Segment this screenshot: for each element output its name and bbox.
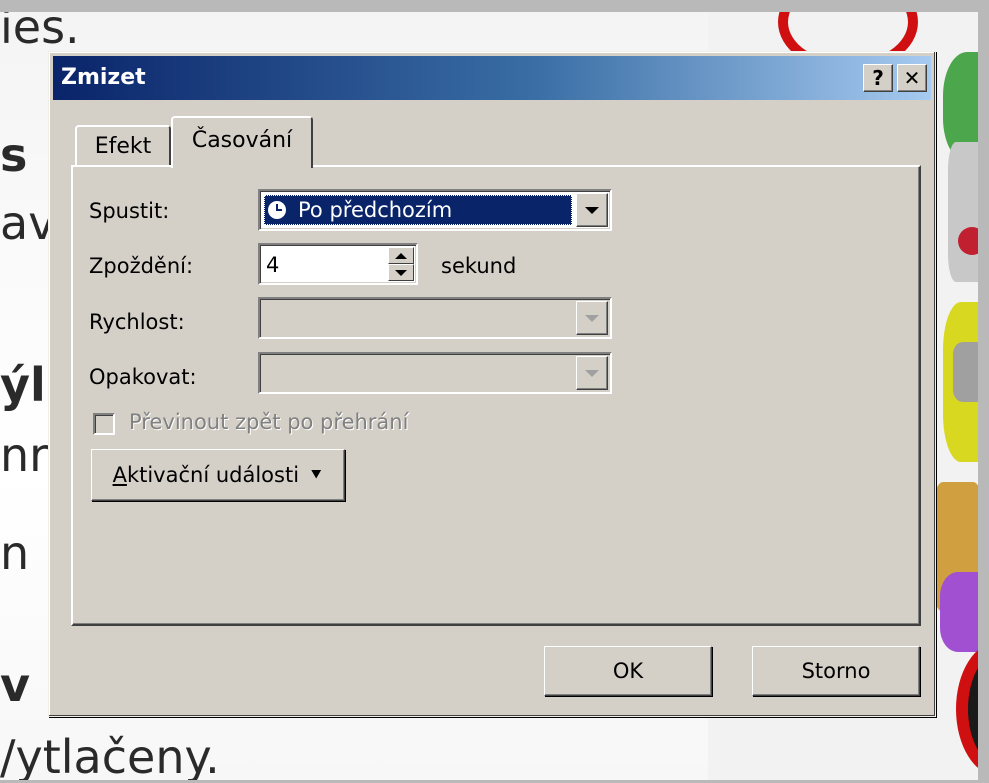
delay-unit: sekund [441, 254, 517, 278]
triggers-button-label: Aktivační události [112, 463, 300, 487]
tab-label: Časování [191, 127, 293, 153]
repeat-label: Opakovat: [89, 365, 197, 389]
chevron-down-icon [585, 314, 599, 322]
delay-input[interactable]: 4 [266, 253, 279, 277]
chevron-up-icon [395, 252, 407, 259]
speed-label: Rychlost: [89, 310, 185, 334]
slide-text-line: s [0, 128, 28, 182]
double-chevron-down-icon: ⯆ [309, 464, 324, 486]
start-dropdown-button[interactable] [576, 193, 608, 227]
slide-text-line: nr [0, 428, 49, 482]
slide-text-line: /ytlačeny. [0, 730, 220, 780]
delay-stepper[interactable]: 4 [258, 243, 418, 285]
rewind-checkbox[interactable] [93, 413, 115, 435]
delay-increment-button[interactable] [388, 247, 414, 264]
chevron-down-icon [585, 206, 599, 214]
dialog-title: Zmizet [61, 65, 146, 90]
repeat-select[interactable] [258, 352, 612, 394]
slide-text-line: ies. [0, 12, 80, 54]
slide-text-line: ýl [0, 358, 46, 412]
close-icon: ✕ [903, 66, 921, 90]
start-select[interactable]: Po předchozím [258, 189, 612, 231]
rewind-label: Převinout zpět po přehrání [129, 410, 409, 434]
chevron-down-icon [395, 269, 407, 276]
cancel-button[interactable]: Storno [752, 646, 920, 696]
clock-icon [268, 201, 286, 219]
slide-text-line: n [0, 526, 30, 580]
tab-efekt[interactable]: Efekt [75, 125, 171, 165]
tab-label: Efekt [94, 133, 152, 159]
slide-text-line: v [0, 658, 30, 712]
tab-casovani[interactable]: Časování [171, 116, 313, 168]
speed-dropdown-button[interactable] [576, 301, 608, 335]
timing-dialog: Zmizet ? ✕ Efekt Časování Spustit: Po př… [48, 51, 936, 717]
start-selected-value: Po předchozím [264, 195, 572, 225]
repeat-dropdown-button[interactable] [576, 356, 608, 390]
delay-decrement-button[interactable] [388, 264, 414, 281]
speed-select[interactable] [258, 297, 612, 339]
triggers-button[interactable]: Aktivační události ⯆ [91, 449, 345, 501]
ok-button[interactable]: OK [544, 646, 712, 696]
title-bar[interactable]: Zmizet ? ✕ [53, 56, 931, 100]
help-button[interactable]: ? [863, 64, 893, 92]
timing-tab-panel [71, 165, 921, 626]
close-button[interactable]: ✕ [897, 64, 927, 92]
start-label: Spustit: [89, 199, 170, 223]
delay-spin-buttons [388, 247, 414, 281]
delay-label: Zpoždění: [89, 254, 194, 278]
chevron-down-icon [585, 369, 599, 377]
